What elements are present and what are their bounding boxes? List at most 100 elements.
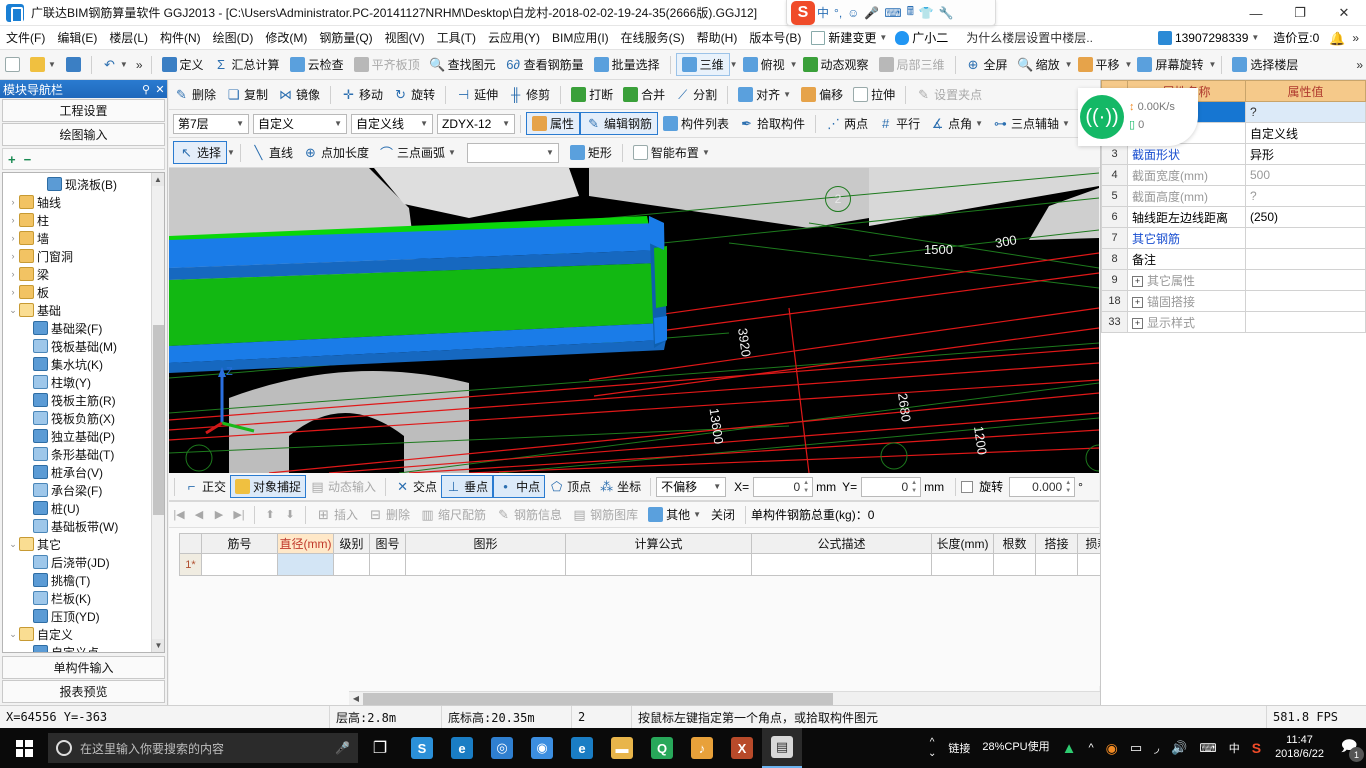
tree-item[interactable]: 现浇板(B) xyxy=(3,175,164,193)
open-chevron-down-icon[interactable]: ▼ xyxy=(48,60,56,69)
properties-button[interactable]: 属性 xyxy=(526,112,581,135)
folder-app[interactable]: ▬ xyxy=(602,728,642,768)
point-angle-button[interactable]: ∡ 点角 ▼ xyxy=(925,113,988,134)
rebar-cell[interactable] xyxy=(1035,553,1078,576)
ad-banner-text[interactable]: 为什么楼层设置中楼层.. xyxy=(966,29,1093,46)
expand-plus-icon[interactable]: + xyxy=(1132,275,1143,287)
rebar-col-fig-no[interactable]: 图号 xyxy=(369,533,406,554)
rotate-button[interactable]: ↻ 旋转 xyxy=(388,84,440,105)
report-preview-button[interactable]: 报表预览 xyxy=(2,680,165,703)
3d-viewport[interactable]: Z 2 1500 300 3920 13600 2680 1200 xyxy=(169,168,1099,473)
tree-item[interactable]: 挑檐(T) xyxy=(3,571,164,589)
collapse-all-icon[interactable]: − xyxy=(24,152,32,167)
rebar-table-container[interactable]: 筋号 直径(mm) 级别 图号 图形 计算公式 公式描述 长度(mm) 根数 搭… xyxy=(179,533,1118,693)
undo-button[interactable]: ↶ ▼ xyxy=(97,55,133,74)
tree-scroll-thumb[interactable] xyxy=(153,325,164,515)
property-row[interactable]: 4 截面宽度(mm) 500 xyxy=(1101,164,1366,186)
floor-selector[interactable]: 第7层 ▼ xyxy=(173,113,249,134)
dynamic-input-toggle[interactable]: ▤ 动态输入 xyxy=(306,476,380,497)
parallel-button[interactable]: # 平行 xyxy=(873,113,925,134)
sogou-tray-icon[interactable]: S xyxy=(1246,740,1267,756)
property-value[interactable] xyxy=(1245,227,1366,249)
ime-toolbar[interactable]: S 中 °, ☺ 🎤 ⌨ 🖩 👕 🔧 xyxy=(786,0,996,26)
ime-emoji-icon[interactable]: ☺ xyxy=(847,6,859,20)
expand-plus-icon[interactable]: + xyxy=(1132,317,1143,329)
3d-chevron-down-icon[interactable]: ▼ xyxy=(730,60,738,69)
menu-edit[interactable]: 编辑(E) xyxy=(51,27,103,48)
dynamic-observe-button[interactable]: 动态观察 xyxy=(798,54,874,75)
tree-twisty-icon[interactable]: › xyxy=(7,197,19,207)
offset-chevron-down-icon[interactable]: ▼ xyxy=(713,482,721,491)
property-value[interactable]: 500 xyxy=(1245,164,1366,186)
expand-plus-icon[interactable]: + xyxy=(1132,296,1143,308)
screen-rotate-button[interactable]: 屏幕旋转 xyxy=(1132,54,1208,75)
rebar-col-diameter[interactable]: 直径(mm) xyxy=(277,533,334,554)
rebar-col-formula[interactable]: 计算公式 xyxy=(565,533,752,554)
excel-app[interactable]: X xyxy=(722,728,762,768)
rebar-col-rownum[interactable] xyxy=(179,533,202,554)
property-row[interactable]: 5 截面高度(mm)? xyxy=(1101,185,1366,207)
type-chevron-down-icon[interactable]: ▼ xyxy=(420,119,428,128)
batch-select-button[interactable]: 批量选择 xyxy=(589,54,665,75)
ime-mode-button[interactable]: 中 xyxy=(817,4,829,21)
close-rebar-panel-button[interactable]: 关闭 xyxy=(706,504,740,525)
tree-item[interactable]: 承台梁(F) xyxy=(3,481,164,499)
maximize-button[interactable]: ❐ xyxy=(1278,0,1322,26)
view-rebar-amount-button[interactable]: 6∂ 查看钢筋量 xyxy=(501,54,589,75)
last-row-button[interactable]: ▶| xyxy=(229,508,249,521)
ime-toolbox-icon[interactable]: 🖩 xyxy=(907,2,914,23)
tray-chevron-up-icon[interactable]: ^ xyxy=(1082,742,1099,754)
edit-rebar-button[interactable]: ✎ 编辑钢筋 xyxy=(580,112,659,135)
tray-expand-button[interactable]: ^ ⌄ xyxy=(922,737,942,759)
property-row[interactable]: 3 截面形状 异形 xyxy=(1101,143,1366,165)
menu-draw[interactable]: 绘图(D) xyxy=(207,27,260,48)
tree-item[interactable]: 桩(U) xyxy=(3,499,164,517)
microphone-icon[interactable]: 🎤 xyxy=(335,741,350,755)
rebar-cell[interactable] xyxy=(201,553,278,576)
tree-item[interactable]: › 墙 xyxy=(3,229,164,247)
extend-button[interactable]: ⊣ 延伸 xyxy=(451,84,503,105)
rebar-col-length[interactable]: 长度(mm) xyxy=(931,533,994,554)
arc-chevron-down-icon[interactable]: ▼ xyxy=(448,148,456,157)
member-list-button[interactable]: 构件列表 xyxy=(658,113,734,134)
select-tool-button[interactable]: ↖ 选择 xyxy=(173,141,228,164)
tree-twisty-icon[interactable]: › xyxy=(7,269,19,279)
wifi-green-icon[interactable]: ▲ xyxy=(1056,740,1083,757)
prev-row-button[interactable]: ◀ xyxy=(189,508,209,521)
coordinate-snap-toggle[interactable]: ⁂ 坐标 xyxy=(595,476,645,497)
menu-help[interactable]: 帮助(H) xyxy=(691,27,744,48)
chevron-down-icon[interactable]: ▼ xyxy=(879,33,887,42)
menu-cloud[interactable]: 云应用(Y) xyxy=(482,27,546,48)
rebar-empty-row[interactable] xyxy=(179,619,1118,642)
tree-item[interactable]: 筏板基础(M) xyxy=(3,337,164,355)
perpendicular-snap-toggle[interactable]: ⊥ 垂点 xyxy=(441,475,494,498)
move-up-button[interactable]: ⬆ xyxy=(260,508,280,521)
axis-bubble-2[interactable]: 2 xyxy=(825,186,851,212)
type-selector[interactable]: 自定义线 ▼ xyxy=(351,113,433,134)
rotate-checkbox[interactable] xyxy=(961,480,974,493)
tree-scrollbar[interactable]: ▲ ▼ xyxy=(151,173,164,652)
ime-microphone-icon[interactable]: 🎤 xyxy=(864,6,879,20)
rebar-col-bar-no[interactable]: 筋号 xyxy=(201,533,278,554)
intersection-snap-toggle[interactable]: ✕ 交点 xyxy=(391,476,441,497)
rebar-col-grade[interactable]: 级别 xyxy=(333,533,370,554)
find-element-button[interactable]: 🔍 查找图元 xyxy=(425,54,501,75)
property-value[interactable]: ? xyxy=(1245,185,1366,207)
nav-close-icon[interactable]: ✕ xyxy=(153,83,167,96)
tree-item[interactable]: 桩承台(V) xyxy=(3,463,164,481)
rebar-col-count[interactable]: 根数 xyxy=(993,533,1036,554)
rotate-chevron-down-icon[interactable]: ▼ xyxy=(1208,60,1216,69)
ime-indicator[interactable]: 中 xyxy=(1223,740,1246,756)
property-name[interactable]: 截面高度(mm) xyxy=(1127,185,1246,207)
mirror-button[interactable]: ⋈ 镜像 xyxy=(273,84,325,105)
zoom-chevron-down-icon[interactable]: ▼ xyxy=(1065,60,1073,69)
ime-punctuation-icon[interactable]: °, xyxy=(834,6,842,20)
tree-item[interactable]: 压顶(YD) xyxy=(3,607,164,625)
hscroll-thumb[interactable] xyxy=(363,692,833,705)
tree-item[interactable]: 基础板带(W) xyxy=(3,517,164,535)
category-chevron-down-icon[interactable]: ▼ xyxy=(334,119,342,128)
move-down-button[interactable]: ⬇ xyxy=(280,508,300,521)
point-length-button[interactable]: ⊕ 点加长度 xyxy=(298,142,374,163)
tree-item[interactable]: 独立基础(P) xyxy=(3,427,164,445)
y-spinner-icon[interactable]: ▲ ▼ xyxy=(909,479,919,495)
